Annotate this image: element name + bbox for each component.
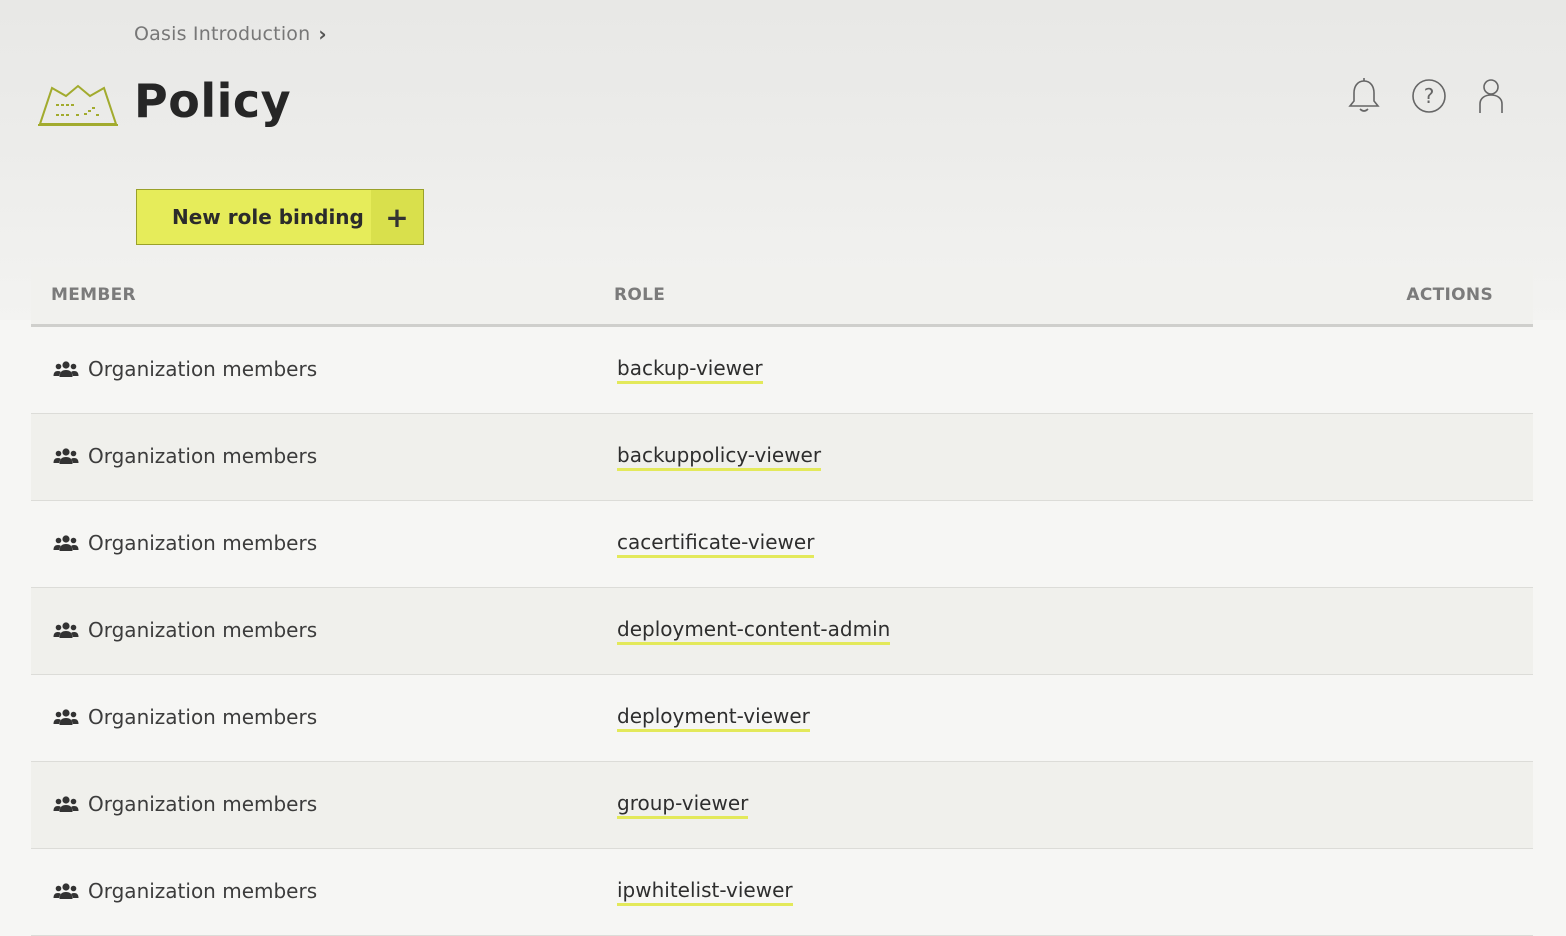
member-cell: Organization members bbox=[53, 879, 317, 903]
role-bindings-table: MEMBER ROLE ACTIONS Organization members… bbox=[31, 267, 1533, 936]
table-row: Organization members backup-viewer bbox=[31, 327, 1533, 414]
member-cell: Organization members bbox=[53, 444, 317, 468]
group-icon bbox=[53, 708, 79, 726]
member-name: Organization members bbox=[88, 792, 318, 816]
member-cell: Organization members bbox=[53, 357, 317, 381]
breadcrumb: Oasis Introduction › bbox=[134, 22, 327, 46]
group-icon bbox=[53, 534, 79, 552]
table-row: Organization members deployment-content-a… bbox=[31, 588, 1533, 675]
group-icon bbox=[53, 360, 79, 378]
role-link[interactable]: group-viewer bbox=[617, 791, 749, 819]
table-row: Organization members ipwhitelist-viewer bbox=[31, 849, 1533, 936]
role-link[interactable]: deployment-viewer bbox=[617, 704, 810, 732]
member-name: Organization members bbox=[88, 444, 318, 468]
role-link[interactable]: backup-viewer bbox=[617, 356, 763, 384]
page-title: Policy bbox=[134, 74, 292, 128]
role-link[interactable]: cacertificate-viewer bbox=[617, 530, 815, 558]
column-header-role: ROLE bbox=[614, 285, 666, 305]
table-row: Organization members deployment-viewer bbox=[31, 675, 1533, 762]
breadcrumb-link-oasis-introduction[interactable]: Oasis Introduction bbox=[134, 23, 310, 45]
member-name: Organization members bbox=[88, 357, 318, 381]
column-header-member: MEMBER bbox=[51, 285, 136, 305]
member-name: Organization members bbox=[88, 531, 318, 555]
group-icon bbox=[53, 795, 79, 813]
table-row: Organization members backuppolicy-viewer bbox=[31, 414, 1533, 501]
plus-icon: + bbox=[371, 190, 423, 244]
member-name: Organization members bbox=[88, 879, 318, 903]
new-role-binding-label: New role binding bbox=[172, 205, 364, 229]
new-role-binding-button[interactable]: New role binding + bbox=[136, 189, 424, 245]
header-actions: ? bbox=[1340, 76, 1520, 116]
group-icon bbox=[53, 621, 79, 639]
help-icon[interactable]: ? bbox=[1409, 76, 1449, 116]
column-header-actions: ACTIONS bbox=[1406, 285, 1493, 305]
member-cell: Organization members bbox=[53, 792, 317, 816]
bell-icon[interactable] bbox=[1344, 76, 1384, 116]
breadcrumb-separator: › bbox=[318, 22, 327, 46]
group-icon bbox=[53, 447, 79, 465]
member-name: Organization members bbox=[88, 705, 318, 729]
member-cell: Organization members bbox=[53, 705, 317, 729]
svg-text:?: ? bbox=[1424, 84, 1435, 108]
role-link[interactable]: ipwhitelist-viewer bbox=[617, 878, 793, 906]
role-link[interactable]: backuppolicy-viewer bbox=[617, 443, 822, 471]
user-icon[interactable] bbox=[1471, 76, 1511, 116]
table-row: Organization members group-viewer bbox=[31, 762, 1533, 849]
member-cell: Organization members bbox=[53, 618, 317, 642]
role-link[interactable]: deployment-content-admin bbox=[617, 617, 891, 645]
member-name: Organization members bbox=[88, 618, 318, 642]
group-icon bbox=[53, 882, 79, 900]
table-row: Organization members cacertificate-viewer bbox=[31, 501, 1533, 588]
member-cell: Organization members bbox=[53, 531, 317, 555]
table-header: MEMBER ROLE ACTIONS bbox=[31, 267, 1533, 327]
policy-logo-icon bbox=[38, 84, 118, 126]
